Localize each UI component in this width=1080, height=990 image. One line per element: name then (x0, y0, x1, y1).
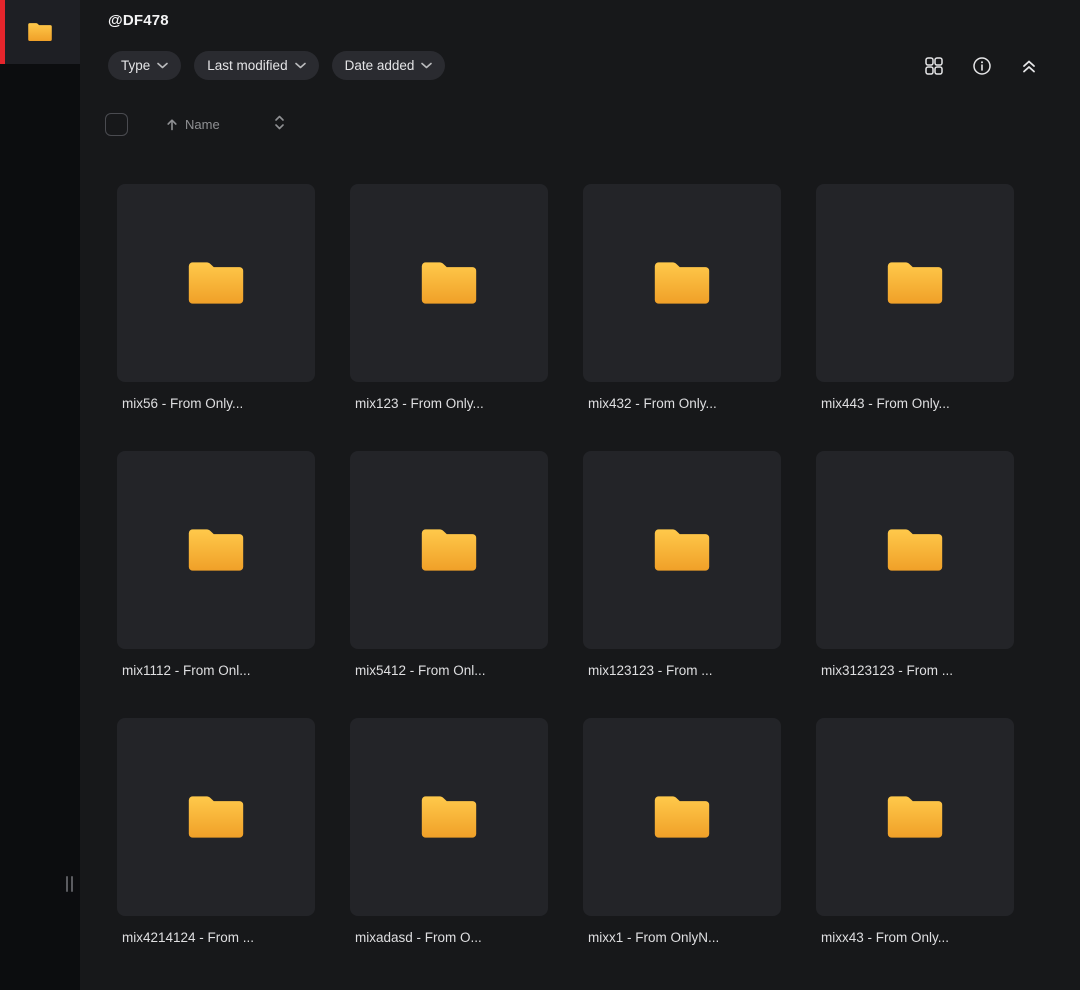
folder-card[interactable] (117, 451, 315, 649)
folder-card[interactable] (583, 184, 781, 382)
folder-card[interactable] (350, 718, 548, 916)
toolbar: Type Last modified Date added (108, 51, 1040, 80)
folder-icon (885, 258, 945, 308)
folder-card[interactable] (583, 451, 781, 649)
folder-name: mix123123 - From ... (583, 663, 781, 678)
folder-name: mix443 - From Only... (816, 396, 1014, 411)
filter-type-button[interactable]: Type (108, 51, 181, 80)
folder-card[interactable] (117, 718, 315, 916)
folder-name: mix123 - From Only... (350, 396, 548, 411)
folder-icon (652, 258, 712, 308)
folder-icon (419, 525, 479, 575)
folder-card[interactable] (816, 718, 1014, 916)
folder-card[interactable] (350, 451, 548, 649)
page-title: @DF478 (108, 12, 1040, 29)
folder-icon (419, 792, 479, 842)
toolbar-icons (922, 54, 1040, 78)
folder-item[interactable]: mixx43 - From Only... (816, 718, 1014, 945)
folder-item[interactable]: mix5412 - From Onl... (350, 451, 548, 678)
app-window: @DF478 Type Last modified Date added (0, 0, 1080, 990)
chevron-down-icon (295, 62, 306, 69)
folder-grid: mix56 - From Only... mix123 - From Only.… (117, 184, 1040, 945)
folder-icon (885, 792, 945, 842)
folder-name: mix3123123 - From ... (816, 663, 1014, 678)
folder-icon (885, 525, 945, 575)
folder-icon (186, 258, 246, 308)
folder-card[interactable] (350, 184, 548, 382)
filter-date-added-button[interactable]: Date added (332, 51, 446, 80)
folder-card[interactable] (816, 451, 1014, 649)
folder-icon (652, 525, 712, 575)
chevron-down-icon (157, 62, 168, 69)
folder-item[interactable]: mix123 - From Only... (350, 184, 548, 411)
sidebar (0, 0, 80, 990)
chevron-down-icon (421, 62, 432, 69)
arrow-up-icon (166, 118, 178, 131)
folder-name: mix432 - From Only... (583, 396, 781, 411)
sort-field-label: Name (185, 117, 220, 132)
folder-name: mix5412 - From Onl... (350, 663, 548, 678)
folder-item[interactable]: mix432 - From Only... (583, 184, 781, 411)
folder-item[interactable]: mix443 - From Only... (816, 184, 1014, 411)
filter-date-added-label: Date added (345, 58, 415, 73)
folder-item[interactable]: mix3123123 - From ... (816, 451, 1014, 678)
folder-item[interactable]: mix4214124 - From ... (117, 718, 315, 945)
filter-chips: Type Last modified Date added (108, 51, 445, 80)
folder-card[interactable] (117, 184, 315, 382)
folder-item[interactable]: mixx1 - From OnlyN... (583, 718, 781, 945)
sidebar-item-folders[interactable] (0, 0, 80, 64)
sort-by-name[interactable]: Name (166, 117, 220, 132)
info-icon[interactable] (970, 54, 994, 78)
folder-item[interactable]: mix56 - From Only... (117, 184, 315, 411)
filter-last-modified-button[interactable]: Last modified (194, 51, 318, 80)
folder-icon (652, 792, 712, 842)
main-content: @DF478 Type Last modified Date added (80, 0, 1080, 990)
folder-item[interactable]: mix1112 - From Onl... (117, 451, 315, 678)
active-accent-bar (0, 0, 5, 64)
folder-icon (186, 525, 246, 575)
select-all-checkbox[interactable] (105, 113, 128, 136)
filter-type-label: Type (121, 58, 150, 73)
filter-last-modified-label: Last modified (207, 58, 287, 73)
folder-item[interactable]: mix123123 - From ... (583, 451, 781, 678)
folder-icon (419, 258, 479, 308)
collapse-icon[interactable] (1018, 55, 1040, 77)
sidebar-resize-handle[interactable] (66, 876, 73, 892)
folder-name: mixx43 - From Only... (816, 930, 1014, 945)
folder-icon (186, 792, 246, 842)
sort-direction-icon[interactable] (272, 112, 287, 136)
folder-name: mixx1 - From OnlyN... (583, 930, 781, 945)
grid-view-icon[interactable] (922, 54, 946, 78)
folder-icon (27, 21, 53, 43)
folder-item[interactable]: mixadasd - From O... (350, 718, 548, 945)
folder-name: mix56 - From Only... (117, 396, 315, 411)
list-header: Name (105, 112, 1040, 136)
folder-card[interactable] (816, 184, 1014, 382)
folder-name: mixadasd - From O... (350, 930, 548, 945)
folder-name: mix1112 - From Onl... (117, 663, 315, 678)
folder-card[interactable] (583, 718, 781, 916)
folder-name: mix4214124 - From ... (117, 930, 315, 945)
